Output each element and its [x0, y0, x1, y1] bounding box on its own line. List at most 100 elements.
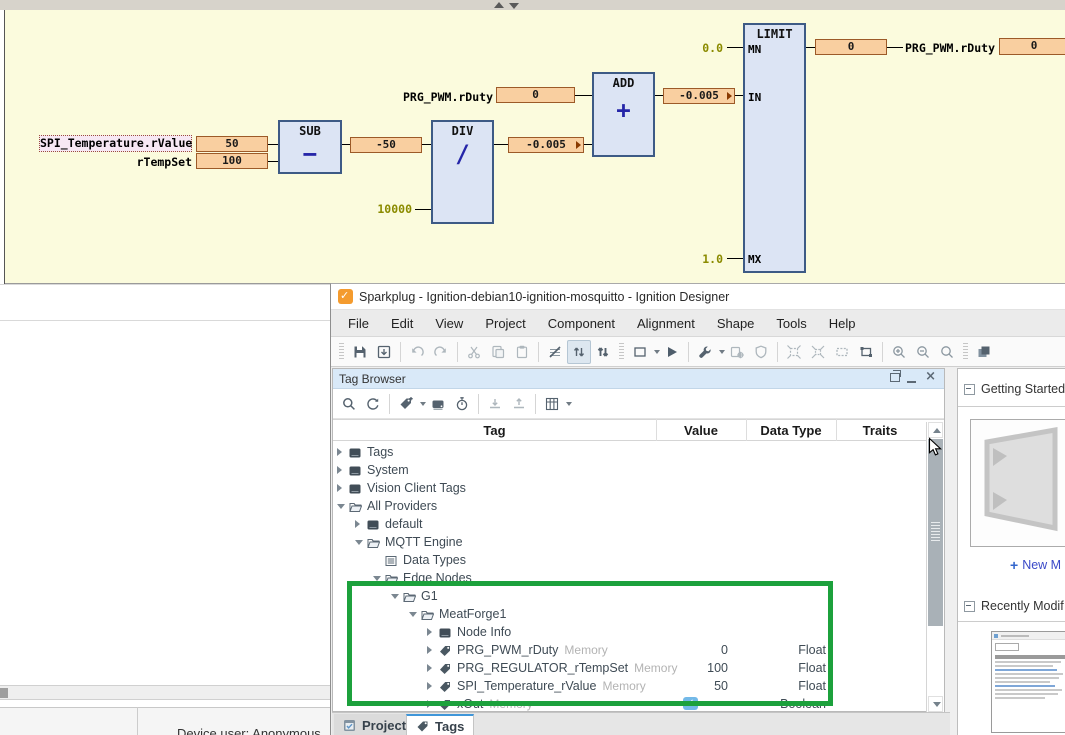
- column-header-datatype[interactable]: Data Type: [746, 423, 836, 438]
- close-panel-icon[interactable]: ×: [925, 369, 936, 384]
- search-icon[interactable]: [337, 392, 361, 416]
- getting-started-header[interactable]: Getting Started: [964, 382, 1065, 396]
- menu-shape[interactable]: Shape: [706, 316, 766, 331]
- tab-project[interactable]: Project: [334, 714, 416, 735]
- recently-modified-header[interactable]: Recently Modif: [964, 599, 1064, 613]
- minimize-panel-icon[interactable]: [907, 381, 916, 383]
- tag-label[interactable]: MQTT Engine: [385, 533, 463, 551]
- fbd-literal-mn[interactable]: 0.0: [673, 41, 723, 55]
- chevron-down-icon[interactable]: [566, 402, 572, 406]
- expand-expander-icon[interactable]: [355, 520, 360, 528]
- tree-row-tags[interactable]: Tags: [333, 443, 925, 461]
- column-header-value[interactable]: Value: [656, 423, 746, 438]
- collapse-expander-icon[interactable]: [355, 540, 363, 545]
- redo-icon[interactable]: [429, 340, 453, 364]
- expand-expander-icon[interactable]: [337, 448, 342, 456]
- column-header-tag[interactable]: Tag: [333, 423, 656, 438]
- new-tag-icon[interactable]: [394, 392, 418, 416]
- menu-alignment[interactable]: Alignment: [626, 316, 706, 331]
- fbd-literal-mx[interactable]: 1.0: [673, 252, 723, 266]
- preview-play-icon[interactable]: [660, 340, 684, 364]
- tag-label[interactable]: default: [385, 515, 423, 533]
- import-icon[interactable]: [483, 392, 507, 416]
- collapse-section-icon[interactable]: [964, 601, 975, 612]
- collapse-section-icon[interactable]: [964, 384, 975, 395]
- save-icon[interactable]: [348, 340, 372, 364]
- distribute-vertical-alt-icon[interactable]: [591, 340, 615, 364]
- fbd-label-rtempset[interactable]: rTempSet: [90, 155, 192, 169]
- udt-icon[interactable]: [426, 392, 450, 416]
- collapse-down-icon[interactable]: [509, 3, 519, 9]
- window-cascade-icon[interactable]: [972, 340, 996, 364]
- recent-window-thumbnail[interactable]: [991, 631, 1065, 733]
- expand-expander-icon[interactable]: [337, 466, 342, 474]
- zoom-in-icon[interactable]: [887, 340, 911, 364]
- column-header-traits[interactable]: Traits: [836, 423, 924, 438]
- fbd-block-add[interactable]: ADD +: [592, 72, 655, 157]
- fbd-literal-10000[interactable]: 10000: [345, 202, 412, 216]
- collapse-up-icon[interactable]: [494, 2, 504, 8]
- export-icon[interactable]: [507, 392, 531, 416]
- tag-label[interactable]: System: [367, 461, 409, 479]
- vertical-scrollbar[interactable]: [926, 422, 944, 712]
- copy-icon[interactable]: [486, 340, 510, 364]
- fbd-canvas[interactable]: SPI_Temperature.rValue 50 rTempSet 100 S…: [5, 10, 1065, 284]
- scrollbar-thumb[interactable]: [928, 439, 943, 626]
- fbd-label-prg-pwm-rduty-out[interactable]: PRG_PWM.rDuty: [903, 41, 995, 55]
- distribute-vertical-icon[interactable]: [567, 340, 591, 364]
- tree-row-system[interactable]: System: [333, 461, 925, 479]
- scroll-up-button[interactable]: [928, 422, 943, 438]
- tag-label[interactable]: Tags: [367, 443, 393, 461]
- menu-project[interactable]: Project: [474, 316, 536, 331]
- fbd-value-spi[interactable]: 50: [196, 136, 268, 152]
- column-config-icon[interactable]: [540, 392, 564, 416]
- new-main-window-link[interactable]: + New M: [1010, 557, 1061, 573]
- fbd-value-prg-pwm-out[interactable]: 0: [999, 38, 1065, 55]
- size-marquee-icon[interactable]: [830, 340, 854, 364]
- fbd-block-sub[interactable]: SUB −: [278, 120, 342, 174]
- tree-row-vision-client-tags[interactable]: Vision Client Tags: [333, 479, 925, 497]
- toolbar-grip[interactable]: [339, 343, 344, 361]
- zoom-reset-icon[interactable]: [935, 340, 959, 364]
- tag-label[interactable]: All Providers: [367, 497, 437, 515]
- cut-icon[interactable]: [462, 340, 486, 364]
- fbd-value-limit-out[interactable]: 0: [815, 39, 887, 55]
- fbd-value-rtempset[interactable]: 100: [196, 153, 268, 169]
- expand-expander-icon[interactable]: [337, 484, 342, 492]
- undo-icon[interactable]: [405, 340, 429, 364]
- save-all-icon[interactable]: [372, 340, 396, 364]
- security-shield-icon[interactable]: [749, 340, 773, 364]
- fbd-value-add-out[interactable]: -0.005: [663, 88, 735, 104]
- scroll-down-button[interactable]: [928, 696, 943, 712]
- paste-icon[interactable]: [510, 340, 534, 364]
- fbd-value-div-out[interactable]: -0.005: [508, 137, 584, 153]
- refresh-icon[interactable]: [361, 392, 385, 416]
- fbd-value-add-in1[interactable]: 0: [496, 87, 575, 103]
- tools-wrench-icon[interactable]: [693, 340, 717, 364]
- timer-icon[interactable]: [450, 392, 474, 416]
- shape-rectangle-icon[interactable]: [628, 340, 652, 364]
- tag-label[interactable]: Vision Client Tags: [367, 479, 466, 497]
- tag-label[interactable]: Data Types: [403, 551, 466, 569]
- zoom-out-icon[interactable]: [911, 340, 935, 364]
- tag-browser-titlebar[interactable]: Tag Browser ×: [333, 369, 944, 389]
- fbd-block-div[interactable]: DIV /: [431, 120, 494, 224]
- size-expand-icon[interactable]: [782, 340, 806, 364]
- menu-edit[interactable]: Edit: [380, 316, 424, 331]
- menu-tools[interactable]: Tools: [765, 316, 817, 331]
- tree-row-data-types[interactable]: Data Types: [333, 551, 925, 569]
- tab-tags[interactable]: Tags: [406, 714, 474, 735]
- fbd-block-limit[interactable]: LIMIT MN IN MX: [743, 23, 806, 273]
- collapse-expander-icon[interactable]: [337, 504, 345, 509]
- window-titlebar[interactable]: Sparkplug - Ignition-debian10-ignition-m…: [331, 284, 1065, 310]
- tree-row-mqtt-engine[interactable]: MQTT Engine: [333, 533, 925, 551]
- menu-view[interactable]: View: [424, 316, 474, 331]
- fbd-ref-spi-temperature[interactable]: SPI_Temperature.rValue: [39, 135, 192, 152]
- fbd-label-prg-pwm-rduty[interactable]: PRG_PWM.rDuty: [393, 90, 493, 104]
- menu-help[interactable]: Help: [818, 316, 867, 331]
- tree-row-all-providers[interactable]: All Providers: [333, 497, 925, 515]
- size-transform-icon[interactable]: [854, 340, 878, 364]
- component-settings-icon[interactable]: [725, 340, 749, 364]
- float-panel-icon[interactable]: [890, 373, 900, 382]
- grid-toggle-icon[interactable]: [543, 340, 567, 364]
